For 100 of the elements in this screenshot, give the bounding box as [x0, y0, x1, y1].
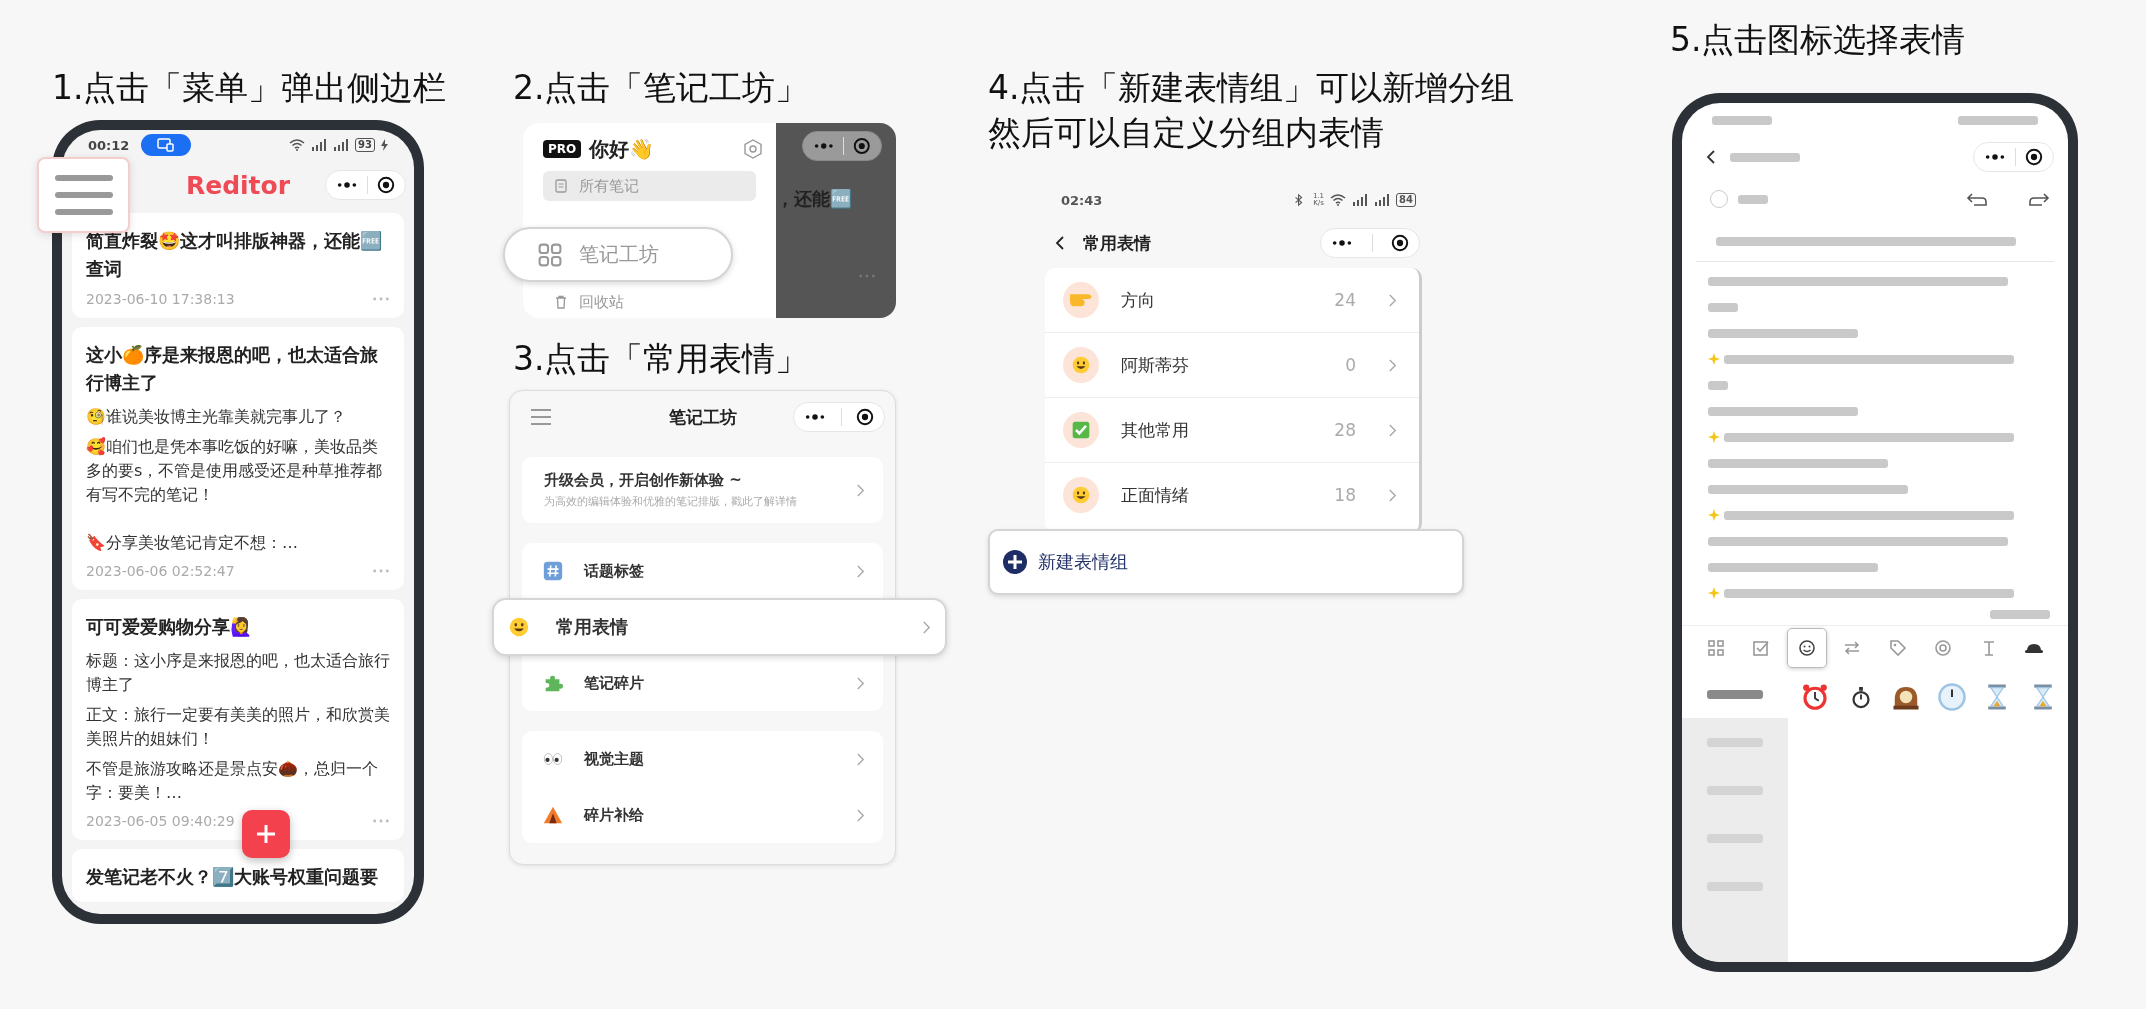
smiley-icon — [1796, 638, 1817, 658]
emoji-group-row[interactable]: 其他常用 28 — [1045, 397, 1419, 462]
chevron-right-icon — [856, 751, 865, 767]
smiley-icon — [508, 616, 530, 638]
at-sign-icon — [1933, 638, 1954, 658]
sparkle-icon — [1708, 431, 1720, 443]
pointing-hand-icon — [1070, 293, 1092, 307]
chevron-right-icon — [856, 563, 865, 579]
record-icon[interactable] — [856, 408, 874, 426]
alarm-clock-icon — [1800, 682, 1830, 712]
grid-icon — [537, 241, 563, 268]
emoji-group-row[interactable]: 正面情绪 18 — [1045, 462, 1419, 527]
status-time: 00:12 — [88, 137, 130, 153]
blurred-text — [1738, 194, 1768, 204]
chevron-right-icon — [1388, 422, 1397, 438]
hash-icon — [542, 560, 564, 582]
chevron-right-icon — [1388, 487, 1397, 503]
record-icon[interactable] — [1391, 234, 1409, 252]
menu-item[interactable]: 碎片补给 — [542, 787, 865, 843]
note-icon — [553, 178, 569, 194]
back-icon[interactable] — [1055, 235, 1065, 251]
menu-icon[interactable] — [530, 408, 552, 426]
note-text: 🔖分享美妆笔记肯定不想：… — [86, 532, 299, 554]
more-icon[interactable] — [804, 413, 826, 421]
promo-subtitle: 为高效的编辑体验和优雅的笔记排版，戳此了解详情 — [544, 494, 798, 509]
menu-item[interactable]: 话题标签 — [542, 543, 865, 599]
step-title: 1.点击「菜单」弹出侧边栏 — [52, 67, 447, 109]
page-title: 笔记工坊 — [667, 405, 738, 429]
menu-button[interactable] — [37, 157, 130, 233]
note-date: 2023-06-06 02:52:47 — [86, 563, 235, 579]
record-icon[interactable] — [2025, 148, 2043, 166]
step-title: 4.点击「新建表情组」可以新增分组 — [988, 67, 1515, 109]
page-title: 常用表情 — [1083, 231, 1152, 255]
redo-icon[interactable] — [2028, 191, 2050, 207]
blurred-text — [1990, 610, 2050, 619]
record-icon[interactable] — [853, 137, 871, 155]
app-title: Reditor — [185, 170, 291, 200]
check-mark-icon — [1071, 420, 1091, 440]
more-icon[interactable] — [336, 181, 358, 189]
record-icon[interactable] — [377, 176, 395, 194]
toolbar-tab[interactable] — [1786, 628, 1827, 668]
trash-icon — [553, 294, 569, 310]
emoji-group-row[interactable]: 方向 24 — [1045, 268, 1419, 332]
smiley-icon — [1071, 355, 1091, 375]
clock-icon — [1936, 682, 1967, 712]
note-title: 发笔记老不火？7⃣大账号权重问题要 — [86, 865, 379, 889]
step-title: 然后可以自定义分组内表情 — [988, 111, 1385, 154]
more-icon[interactable] — [813, 142, 835, 150]
blurred-text — [1708, 302, 1738, 312]
signal-icon — [1352, 194, 1369, 206]
new-emoji-group-button[interactable]: 新建表情组 — [988, 529, 1464, 595]
note-title: 简直炸裂🤩这才叫排版神器，还能🆓查词 — [86, 229, 383, 281]
more-icon — [372, 568, 390, 574]
undo-icon[interactable] — [1966, 191, 1988, 207]
promo-title: 升级会员，开启创作新体验 ~ — [544, 471, 743, 490]
grid-icon — [1706, 638, 1726, 658]
plus-icon — [255, 823, 277, 845]
status-time: 02:43 — [1061, 192, 1103, 208]
pro-badge: PRO — [543, 140, 582, 158]
signal-icon — [1374, 194, 1391, 206]
screen-share-icon — [157, 138, 176, 152]
note-card[interactable]: 这小🍊序是来报恩的吧，也太适合旅行博主了 🧐谁说美妆博主光靠美就完事儿了？ 🥰咱们也是凭本事吃饭的好嘛，美妆品类多的要s，不管是使用感受还是种草推荐都有写不完的笔记！ 🔖分享美妆笔记肯定不想：… 2023-06-06 02:52:47 — [72, 327, 404, 590]
step-title: 2.点击「笔记工坊」 — [513, 67, 809, 109]
signal-icon — [311, 139, 328, 151]
chevron-right-icon — [856, 675, 865, 691]
more-icon — [372, 296, 390, 302]
chevron-right-icon — [922, 619, 931, 635]
note-text: 🧐谁说美妆博主光靠美就完事儿了？ — [86, 406, 347, 428]
add-note-button[interactable] — [242, 810, 290, 858]
more-icon — [372, 818, 390, 824]
blurred-text — [1712, 115, 1772, 125]
menu-item[interactable]: 视觉主题 — [542, 731, 865, 787]
note-card[interactable]: 可可爱爱购物分享🙋‍♀ 标题：这小序是来报恩的吧，也太适合旅行博主了 正文：旅行一定要有美美的照片，和欣赏美美照片的姐妹们！ 不管是旅游攻略还是景点安🌰，总归一个字：要美！… 2023-06-05 09:40:29 — [72, 599, 404, 840]
blurred-text — [1708, 380, 1728, 390]
note-title: 这小🍊序是来报恩的吧，也太适合旅行博主了 — [86, 343, 379, 395]
note-date: 2023-06-10 17:38:13 — [86, 291, 235, 307]
charging-icon — [381, 139, 388, 151]
note-text: 不管是旅游攻略还是景点安🌰，总归一个字：要美！… — [86, 758, 379, 804]
note-text: 正文：旅行一定要有美美的照片，和欣赏美美照片的姐妹们！ — [86, 704, 390, 750]
more-icon[interactable] — [1984, 153, 2006, 161]
emoji-group-row[interactable]: 阿斯蒂芬 0 — [1045, 332, 1419, 397]
more-icon — [858, 273, 876, 279]
battery-level: 84 — [1396, 193, 1416, 207]
battery-level: 93 — [355, 138, 375, 152]
note-card[interactable]: 简直炸裂🤩这才叫排版神器，还能🆓查词 2023-06-10 17:38:13 — [72, 213, 404, 318]
menu-item[interactable]: 常用表情 — [492, 598, 947, 656]
checkbox-icon — [1751, 638, 1772, 658]
smiley-icon — [1071, 485, 1091, 505]
note-date: 2023-06-05 09:40:29 — [86, 813, 235, 829]
menu-item[interactable]: 笔记碎片 — [542, 655, 865, 711]
note-text: 标题：这小序是来报恩的吧，也太适合旅行博主了 — [86, 650, 390, 696]
membership-card[interactable]: 升级会员，开启创作新体验 ~ 为高效的编辑体验和优雅的笔记排版，戳此了解详情 — [522, 457, 883, 523]
note-card[interactable]: 发笔记老不火？7⃣大账号权重问题要 — [72, 849, 404, 902]
back-icon[interactable] — [1706, 149, 1716, 165]
sparkle-icon — [1708, 509, 1720, 521]
sparkle-icon — [1708, 353, 1720, 365]
plus-circle-icon — [1002, 549, 1028, 575]
step-title: 3.点击「常用表情」 — [513, 338, 809, 380]
more-icon[interactable] — [1331, 239, 1353, 247]
settings-icon[interactable] — [742, 138, 764, 160]
